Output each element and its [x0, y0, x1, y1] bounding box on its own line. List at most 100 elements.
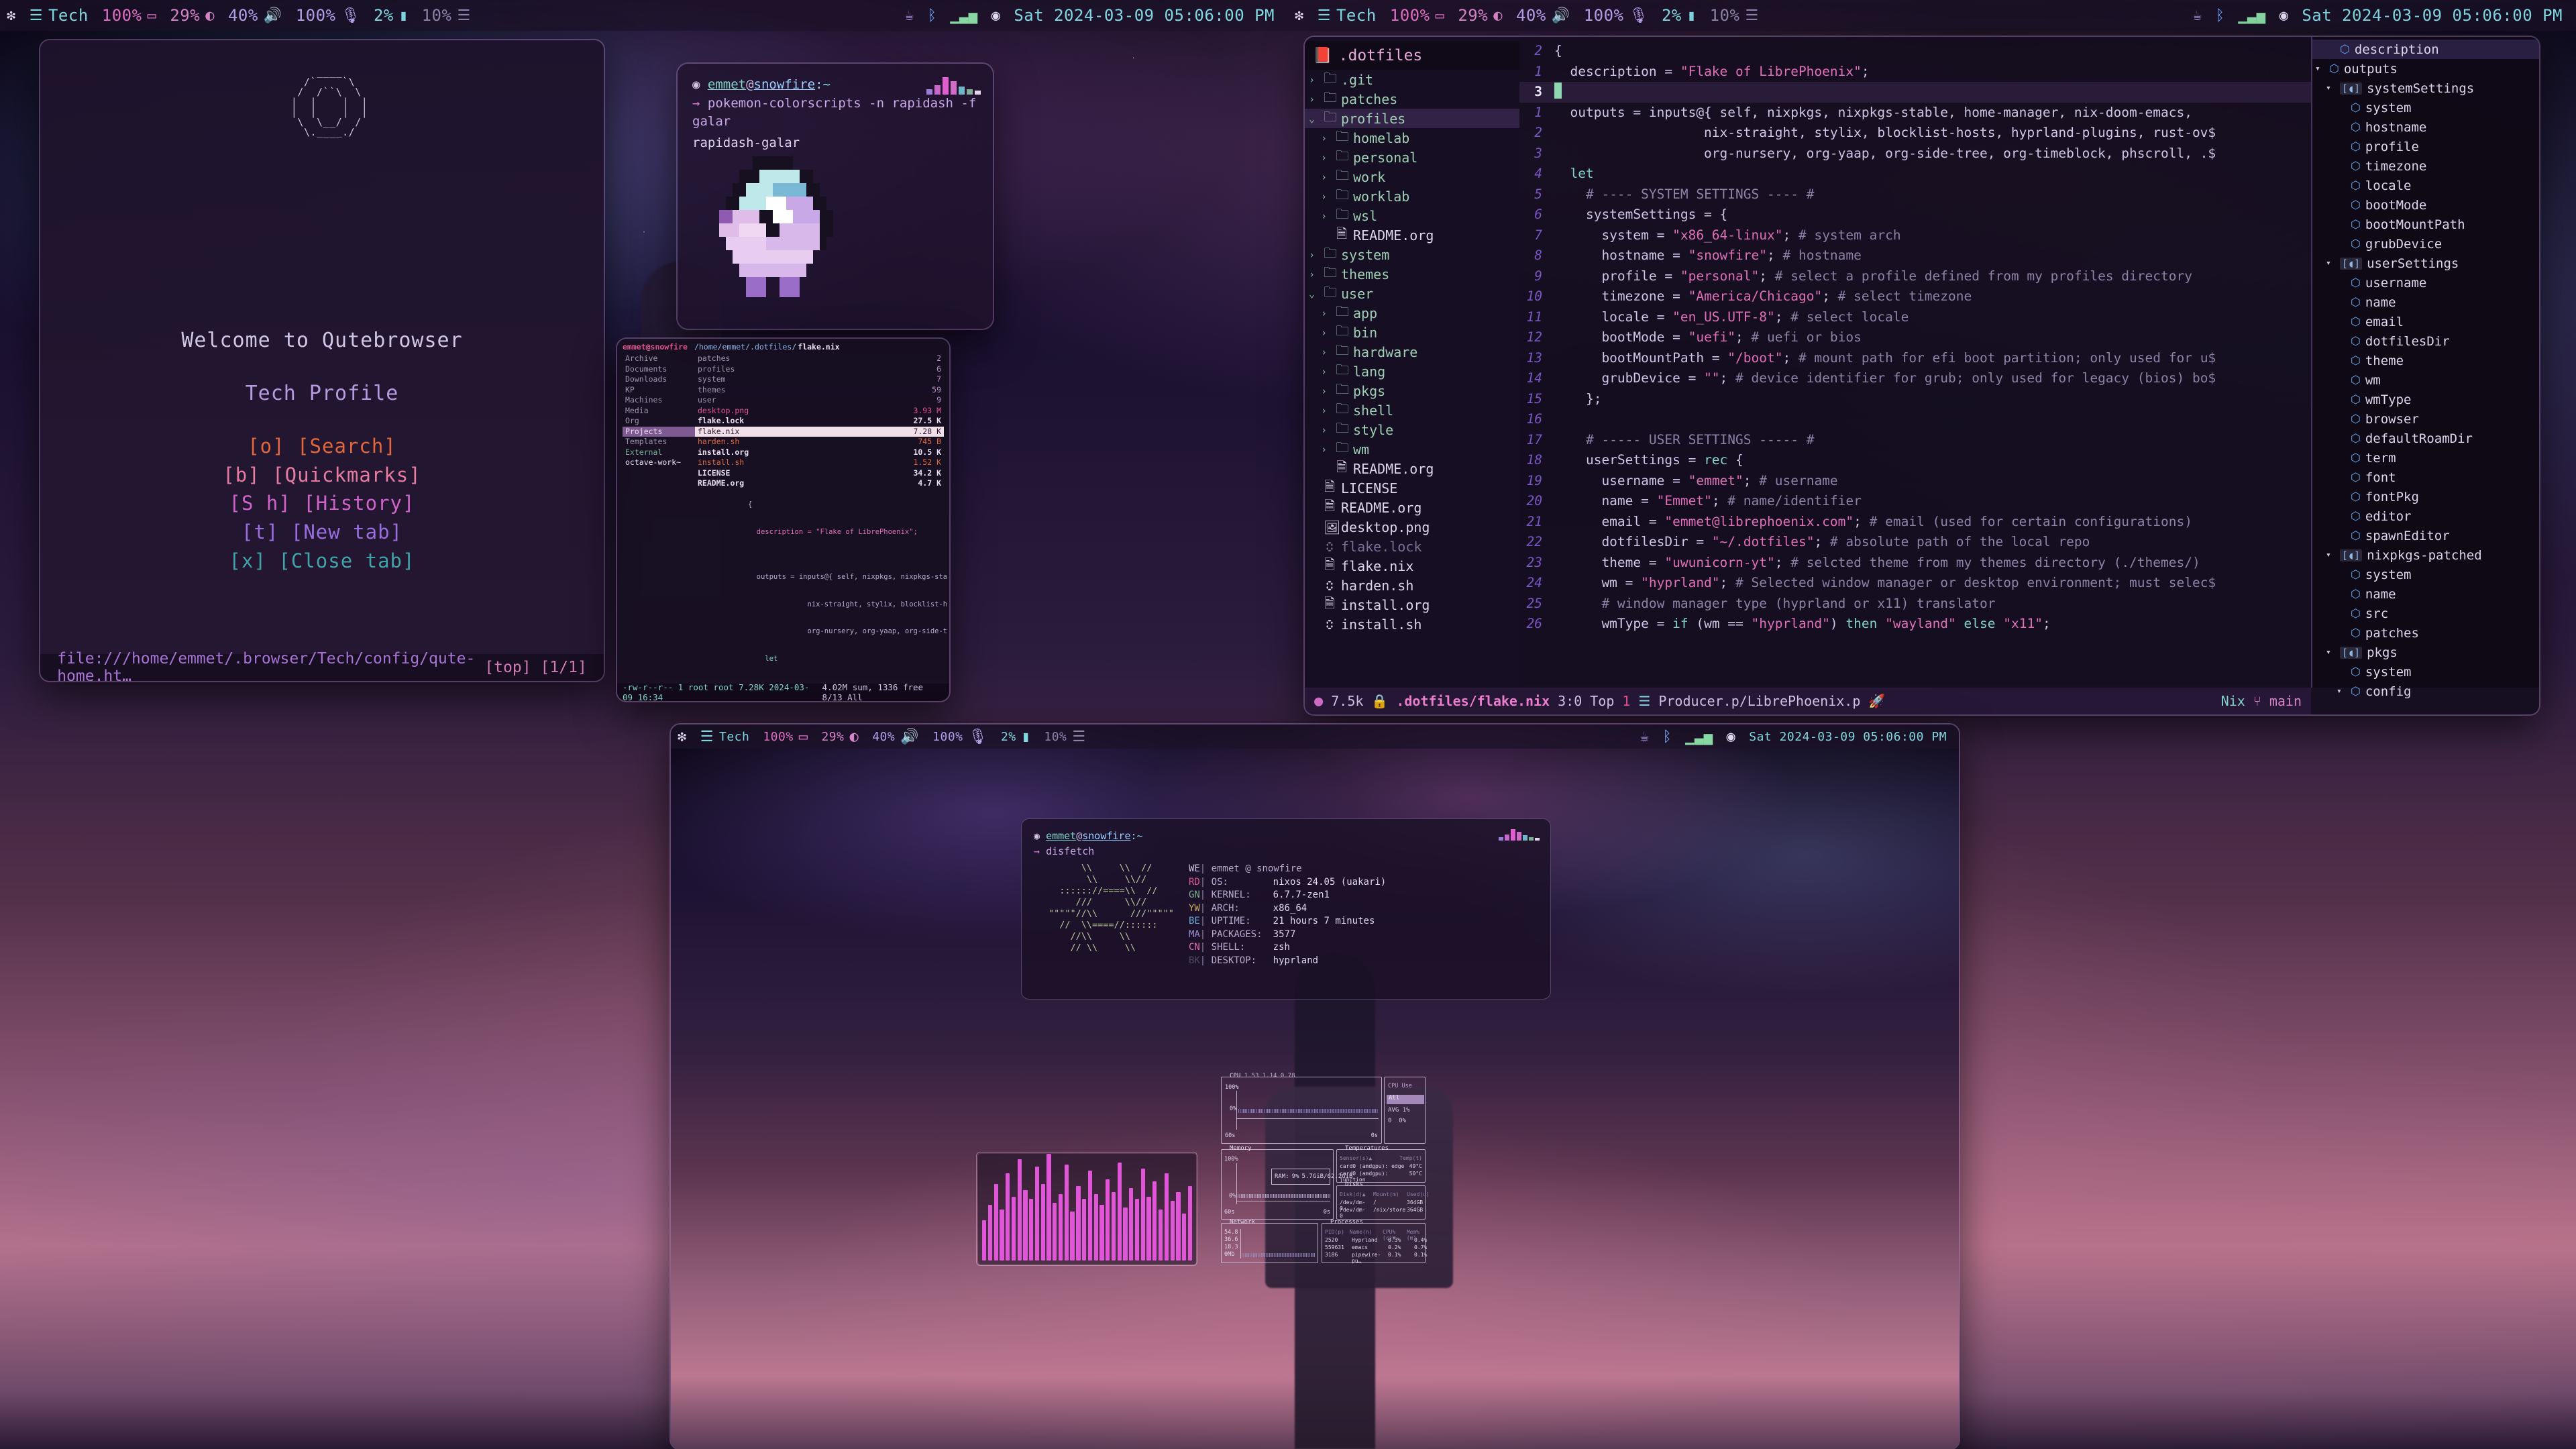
outline-item-wmtype[interactable]: ⬡ wmType [2312, 390, 2539, 409]
nix-snowflake-icon[interactable]: ❇ [1295, 7, 1304, 24]
code-line[interactable]: 4 let [1519, 164, 2311, 184]
code-line[interactable]: 9 profile = "personal"; # select a profi… [1519, 266, 2311, 287]
menu-icon[interactable]: ☰ [1745, 7, 1758, 24]
menu-icon[interactable]: ☰ [457, 7, 470, 24]
record-icon[interactable]: ◉ [2279, 7, 2289, 24]
code-line[interactable]: 7 system = "x86_64-linux"; # system arch [1519, 225, 2311, 246]
code-line[interactable]: 17 # ----- USER SETTINGS ----- # [1519, 430, 2311, 451]
outline-item-systemsettings[interactable]: ▾ [◖] systemSettings [2312, 78, 2539, 98]
outline-item-bootmountpath[interactable]: ⬡ bootMountPath [2312, 215, 2539, 234]
microphone-icon[interactable]: 🎙 [969, 729, 987, 745]
outline-item-dotfilesdir[interactable]: ⬡ dotfilesDir [2312, 331, 2539, 351]
speaker-icon[interactable]: 🔊 [264, 7, 282, 24]
nix-snowflake-icon[interactable]: ❇ [678, 729, 687, 745]
code-line[interactable]: 10 timezone = "America/Chicago"; # selec… [1519, 286, 2311, 307]
chevron-down-icon[interactable]: ▾ [2326, 647, 2335, 657]
outline-item-pkgs[interactable]: ▾ [◖] pkgs [2312, 643, 2539, 662]
list-item[interactable]: Media [623, 406, 695, 417]
outline-item-outputs[interactable]: ▾ ⬡ outputs [2312, 59, 2539, 78]
audio-visualizer[interactable] [978, 1154, 1196, 1265]
table-row[interactable]: themes 59 [695, 385, 944, 396]
shortcut-history[interactable]: [S h] [History] [40, 489, 604, 518]
table-row-selected[interactable]: flake.nix 7.28 K [695, 426, 944, 437]
table-row[interactable]: install.org 10.5 K [695, 447, 944, 458]
chevron-right-icon[interactable]: › [1321, 327, 1330, 339]
emacs-editor-window[interactable]: 📕 .dotfiles › 🗀 .git › 🗀 patches ⌄ 🗀 profiles › 🗀 h… [1305, 37, 2539, 714]
outline-item-grubdevice[interactable]: ⬡ grubDevice [2312, 234, 2539, 254]
outline-item-locale[interactable]: ⬡ locale [2312, 176, 2539, 195]
tree-item-install-sh[interactable]: 🯰 install.sh [1305, 614, 1519, 634]
list-item[interactable]: Downloads [623, 374, 695, 385]
outline-item-usersettings[interactable]: ▾ [◖] userSettings [2312, 254, 2539, 273]
table-row[interactable]: harden.sh 745 B [695, 437, 944, 447]
tree-item-profiles[interactable]: ⌄ 🗀 profiles [1305, 109, 1519, 128]
outline-item-description[interactable]: ⬡ description [2312, 40, 2539, 59]
chevron-down-icon[interactable]: ▾ [2326, 550, 2335, 560]
status-bar-top-left[interactable]: ❇ ☰ Tech 100% ▭ 29% ◐ 40% 🔊 100% 🎙 2% ▮ 10% ☰ ☕… [0, 0, 1288, 31]
btop-system-monitor[interactable]: CPU 1.53 1.14 0.78 100% 0% 60s 0s CPU Us… [1221, 1073, 1430, 1305]
code-line[interactable]: 21 email = "emmet@librephoenix.com"; # e… [1519, 512, 2311, 533]
outline-item-src[interactable]: ⬡ src [2312, 604, 2539, 623]
tree-item-harden-sh[interactable]: 🯰 harden.sh [1305, 576, 1519, 595]
temp-col-temp[interactable]: Temp(t) [1399, 1155, 1422, 1161]
chevron-right-icon[interactable]: › [1309, 268, 1318, 280]
emacs-symbol-outline[interactable]: ⬡ description ▾ ⬡ outputs ▾ [◖] systemSettings ⬡… [2311, 37, 2539, 699]
code-line[interactable]: 3 [1519, 82, 2311, 103]
disk-col-disk[interactable]: Disk(d)▲ [1340, 1191, 1368, 1197]
tree-item-app[interactable]: › 🗀 app [1305, 303, 1519, 323]
table-row[interactable]: 559631 emacs 0.2% 0.7% [1325, 1244, 1427, 1250]
outline-item-patches[interactable]: ⬡ patches [2312, 623, 2539, 643]
outline-item-system[interactable]: ⬡ system [2312, 662, 2539, 682]
code-line[interactable]: 1 outputs = inputs@{ self, nixpkgs, nixp… [1519, 103, 2311, 123]
chevron-right-icon[interactable]: › [1321, 424, 1330, 436]
chevron-right-icon[interactable]: › [1321, 307, 1330, 319]
tree-item-wm[interactable]: › 🗀 wm [1305, 439, 1519, 459]
chevron-down-icon[interactable]: ▾ [2315, 64, 2324, 74]
table-row[interactable]: 2520 Hyprland 0.3% 0.4% [1325, 1237, 1427, 1243]
code-line[interactable]: 12 bootMode = "uefi"; # uefi or bios [1519, 327, 2311, 348]
emacs-modeline[interactable]: ● 7.5k 🔒 .dotfiles/flake.nix 3:0 Top 1 ☰… [1305, 688, 2311, 714]
bluetooth-icon[interactable]: ᛒ [2216, 7, 2225, 24]
wifi-signal-icon[interactable]: ▁▃▅ [1685, 729, 1713, 745]
code-line[interactable]: 22 dotfilesDir = "~/.dotfiles"; # absolu… [1519, 532, 2311, 553]
code-line[interactable]: 23 theme = "uwunicorn-yt"; # selcted the… [1519, 553, 2311, 574]
menu-icon[interactable]: ☰ [1072, 729, 1085, 745]
code-line[interactable]: 16 [1519, 409, 2311, 430]
code-line[interactable]: 13 bootMountPath = "/boot"; # mount path… [1519, 348, 2311, 369]
chevron-right-icon[interactable]: › [1321, 210, 1330, 222]
table-row[interactable]: patches 2 [695, 354, 944, 364]
secondary-monitor-window[interactable]: ❇ ☰ Tech 100% ▭ 29% ◐ 40% 🔊 100% 🎙 2% ▮ 10% ☰ ☕… [671, 724, 1959, 1449]
tree-item-readme-org[interactable]: 🗎 README.org [1305, 459, 1519, 478]
tree-item-install-org[interactable]: 🗎 install.org [1305, 595, 1519, 614]
table-row[interactable]: system 7 [695, 374, 944, 385]
code-line[interactable]: 2 nix-straight, stylix, blocklist-hosts,… [1519, 123, 2311, 144]
cpu-usage-side-panel[interactable]: CPU Use All AVG 1% 0 0% [1384, 1077, 1426, 1144]
list-item[interactable]: Archive [623, 354, 695, 364]
code-line[interactable]: 14 grubDevice = ""; # device identifier … [1519, 368, 2311, 389]
bluetooth-icon[interactable]: ᛒ [1663, 729, 1672, 745]
chevron-right-icon[interactable]: › [1321, 191, 1330, 203]
microphone-icon[interactable]: 🎙 [1629, 7, 1648, 24]
ranger-current-column[interactable]: patches 2 profiles 6 system 7 themes 59 user… [695, 354, 944, 489]
code-line[interactable]: 6 systemSettings = { [1519, 205, 2311, 225]
list-item[interactable]: octave-work~ [623, 458, 695, 468]
outline-item-theme[interactable]: ⬡ theme [2312, 351, 2539, 370]
chevron-right-icon[interactable]: › [1321, 443, 1330, 455]
project-root[interactable]: 📕 .dotfiles [1305, 41, 1519, 70]
emacs-project-tree[interactable]: 📕 .dotfiles › 🗀 .git › 🗀 patches ⌄ 🗀 profiles › 🗀 h… [1305, 37, 1519, 688]
code-line[interactable]: 8 hostname = "snowfire"; # hostname [1519, 246, 2311, 266]
tree-item-user[interactable]: ⌄ 🗀 user [1305, 284, 1519, 303]
tree-item-worklab[interactable]: › 🗀 worklab [1305, 186, 1519, 206]
chevron-right-icon[interactable]: › [1321, 132, 1330, 144]
chevron-right-icon[interactable]: › [1309, 93, 1318, 105]
chevron-right-icon[interactable]: › [1309, 249, 1318, 261]
chevron-right-icon[interactable]: › [1321, 171, 1330, 183]
tree-item-hardware[interactable]: › 🗀 hardware [1305, 342, 1519, 362]
table-row[interactable]: profiles 6 [695, 364, 944, 375]
emacs-code-buffer[interactable]: 2{1 description = "Flake of LibrePhoenix… [1519, 37, 2311, 688]
chevron-down-icon[interactable]: ▾ [2326, 83, 2335, 93]
outline-item-name[interactable]: ⬡ name [2312, 584, 2539, 604]
list-item[interactable]: Machines [623, 395, 695, 406]
tree-item-lang[interactable]: › 🗀 lang [1305, 362, 1519, 381]
outline-item-nixpkgs-patched[interactable]: ▾ [◖] nixpkgs-patched [2312, 545, 2539, 565]
